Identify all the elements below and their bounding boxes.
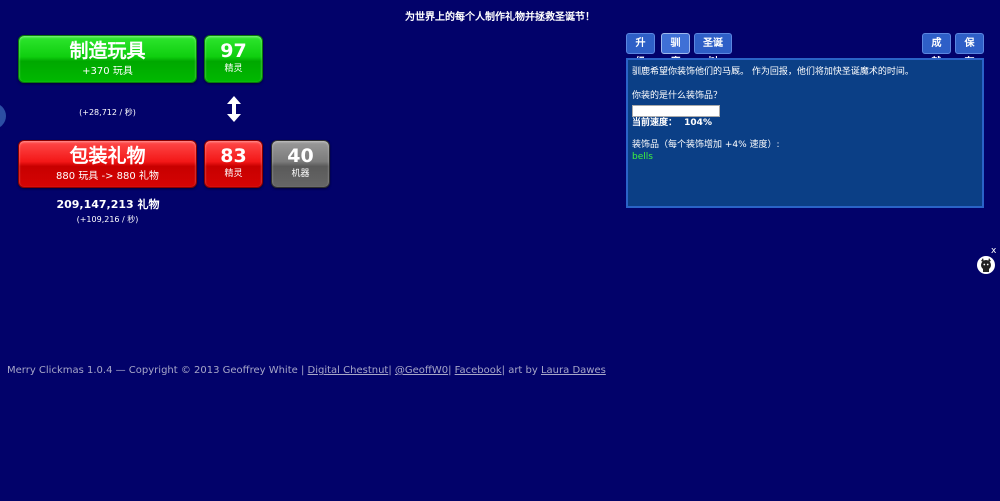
tab-upgrades[interactable]: 升级 (626, 33, 655, 68)
gift-elves-label: 精灵 (224, 169, 243, 179)
footer-sep: | (388, 365, 392, 376)
footer-link-twitter[interactable]: @GeoffW0 (395, 365, 448, 376)
machines-count: 40 (287, 145, 314, 167)
footer: Merry Clickmas 1.0.4 — Copyright © 2013 … (7, 365, 606, 376)
machines-label: 机器 (291, 169, 310, 179)
footer-link-artist[interactable]: Laura Dawes (541, 365, 606, 376)
page-title: 为世界上的每个人制作礼物并拯救圣诞节！ (405, 12, 595, 23)
footer-art-by: | art by (501, 365, 538, 376)
reindeer-panel: 驯鹿希望你装饰他们的马厩。 作为回报，他们将加快圣诞魔术的时间。 你装的是什么装… (626, 58, 984, 208)
toy-elves-count: 97 (220, 40, 247, 62)
decorations-list: bells (632, 152, 653, 162)
side-pull-tab[interactable] (0, 103, 6, 129)
make-toys-label: 制造玩具 (69, 40, 146, 62)
gift-elves-count: 83 (220, 145, 247, 167)
decoration-input[interactable] (632, 105, 720, 117)
footer-sep: | (448, 365, 452, 376)
footer-link-chestnut[interactable]: Digital Chestnut (308, 365, 389, 376)
up-down-arrow-icon (227, 96, 241, 122)
machines-button[interactable]: 40 机器 (271, 140, 330, 188)
cat-icon[interactable] (977, 256, 995, 274)
make-toys-sub: +370 玩具 (82, 66, 133, 77)
toy-elves-label: 精灵 (224, 64, 243, 74)
reindeer-intro: 驯鹿希望你装饰他们的马厩。 作为回报，他们将加快圣诞魔术的时间。 (632, 67, 914, 77)
tab-tree[interactable]: 圣诞树 (694, 33, 732, 68)
wrap-gifts-label: 包装礼物 (69, 145, 146, 167)
wrap-gifts-button[interactable]: 包装礼物 880 玩具 -> 880 礼物 (18, 140, 197, 188)
footer-copyright: Merry Clickmas 1.0.4 — Copyright © 2013 … (7, 365, 305, 376)
achievements-button[interactable]: 成就 (922, 33, 951, 68)
make-toys-button[interactable]: 制造玩具 +370 玩具 (18, 35, 197, 83)
toys-rate: (+28,712 / 秒) (79, 108, 136, 117)
decorations-label: 装饰品（每个装饰增加 +4% 速度）: (632, 140, 780, 150)
gifts-rate: (+109,216 / 秒) (76, 215, 139, 224)
gift-elves-button[interactable]: 83 精灵 (204, 140, 263, 188)
close-icon[interactable]: x (991, 246, 996, 256)
speed-row: 当前速度： 104% (632, 117, 978, 129)
speed-value: 104% (684, 118, 712, 128)
toy-elves-button[interactable]: 97 精灵 (204, 35, 263, 83)
speed-label: 当前速度： (632, 118, 678, 128)
footer-link-facebook[interactable]: Facebook (455, 365, 502, 376)
wrap-gifts-sub: 880 玩具 -> 880 礼物 (56, 171, 159, 182)
tab-reindeer[interactable]: 驯鹿 (661, 33, 690, 68)
save-button[interactable]: 保存 (955, 33, 984, 68)
decoration-question: 你装的是什么装饰品？ (632, 91, 723, 101)
gifts-total: 209,147,213 礼物 (56, 198, 160, 211)
